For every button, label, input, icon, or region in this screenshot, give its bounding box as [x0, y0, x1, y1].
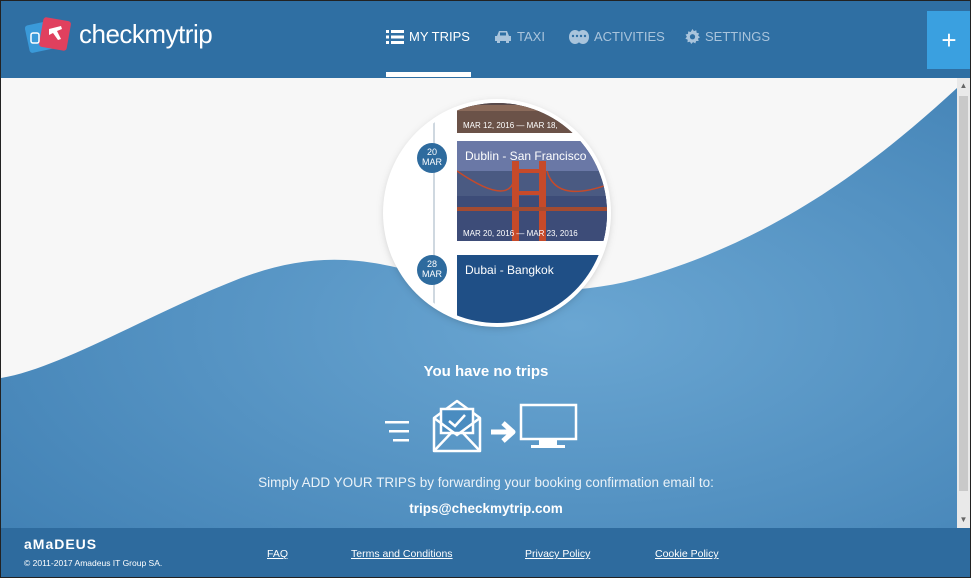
theater-masks-icon [569, 29, 589, 44]
list-icon [386, 29, 404, 44]
logo-text: checkmytrip [79, 19, 213, 49]
badge-month: MAR [422, 157, 442, 167]
trip-title: Dubai - Bangkok [465, 263, 554, 277]
scroll-up-arrow-icon[interactable]: ▲ [957, 78, 970, 94]
app-window: checkmytrip MY TRIPS TAXI ACTIVITIES SET… [0, 0, 971, 578]
top-navbar: checkmytrip MY TRIPS TAXI ACTIVITIES SET… [1, 1, 970, 78]
envelope-check-icon [432, 399, 482, 453]
trip-card: MAR 12, 2016 — MAR 18, [457, 103, 607, 133]
no-trips-heading: You have no trips [423, 363, 549, 380]
trip-timeline-illustration: MAR 12, 2016 — MAR 18, Dublin - San Fran… [387, 103, 607, 323]
tab-label: TAXI [517, 29, 545, 44]
add-trips-instructions: Simply ADD YOUR TRIPS by forwarding your… [258, 475, 714, 490]
tab-taxi[interactable]: TAXI [494, 29, 545, 44]
trip-card: Dublin - San Francisco MAR 20, 2016 — MA… [457, 141, 607, 241]
active-tab-indicator [386, 72, 471, 77]
badge-day: 20 [426, 147, 437, 157]
copyright-text: © 2011-2017 Amadeus IT Group SA. [24, 558, 163, 568]
tab-my-trips[interactable]: MY TRIPS [386, 29, 470, 44]
trip-card: Dubai - Bangkok [457, 255, 607, 323]
main-content: MAR 12, 2016 — MAR 18, Dublin - San Fran… [1, 78, 957, 528]
trip-dates: MAR 20, 2016 — MAR 23, 2016 [463, 229, 578, 238]
tab-settings[interactable]: SETTINGS [685, 29, 770, 44]
trip-dates: MAR 12, 2016 — MAR 18, [463, 121, 558, 130]
faq-link[interactable]: FAQ [267, 548, 288, 560]
monitor-icon [519, 403, 578, 448]
forward-email-illustration [385, 399, 578, 453]
badge-month: MAR [422, 269, 442, 279]
date-badge: 20 MAR [417, 143, 447, 173]
checkmytrip-logo[interactable]: checkmytrip [23, 13, 223, 57]
badge-day: 28 [426, 259, 437, 269]
tab-activities[interactable]: ACTIVITIES [569, 29, 665, 44]
terms-link[interactable]: Terms and Conditions [351, 548, 453, 560]
forwarding-email[interactable]: trips@checkmytrip.com [1, 501, 970, 516]
privacy-link[interactable]: Privacy Policy [525, 548, 590, 560]
vertical-scrollbar[interactable]: ▲ ▼ [957, 78, 970, 528]
gear-icon [685, 29, 700, 44]
tab-label: MY TRIPS [409, 29, 470, 44]
cookie-link[interactable]: Cookie Policy [655, 548, 719, 560]
amadeus-logo: aMaDEUS [24, 536, 98, 552]
tab-label: SETTINGS [705, 29, 771, 44]
car-icon [495, 31, 511, 43]
scroll-thumb[interactable] [959, 96, 968, 491]
footer: aMaDEUS © 2011-2017 Amadeus IT Group SA.… [1, 528, 970, 577]
speed-lines-icon [385, 421, 409, 442]
logo-icon [24, 17, 71, 53]
trip-title: Dublin - San Francisco [465, 149, 587, 163]
add-trip-button[interactable]: + [927, 11, 970, 69]
date-badge: 28 MAR [417, 255, 447, 285]
timeline-line [433, 103, 435, 323]
arrow-right-icon [491, 421, 516, 443]
tab-label: ACTIVITIES [594, 29, 665, 44]
